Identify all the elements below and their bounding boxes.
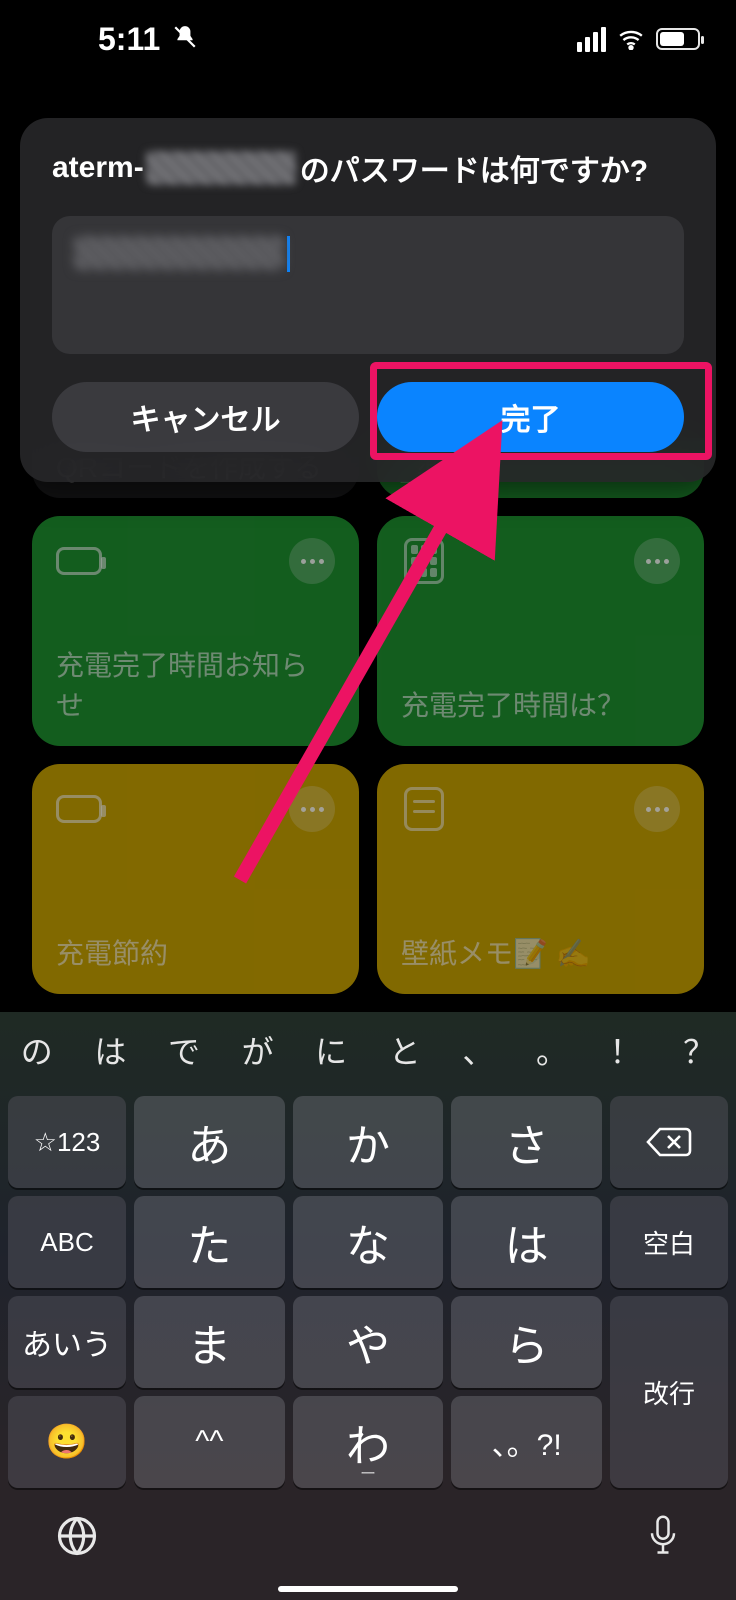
keyboard: の は で が に と 、 。 ！ ？ ☆123 あ か さ ABC た な は… bbox=[0, 1012, 736, 1600]
globe-icon[interactable] bbox=[56, 1515, 98, 1567]
shortcut-card[interactable]: 充電節約 bbox=[32, 764, 359, 994]
kb-key[interactable]: ら bbox=[451, 1296, 602, 1388]
title-prefix: aterm- bbox=[52, 151, 144, 185]
kb-suggestion[interactable]: の bbox=[0, 1027, 74, 1073]
shortcut-card[interactable]: 充電完了時間お知らせ bbox=[32, 516, 359, 746]
shortcut-grid: QRコードを作成する _準 充電完了時間お知らせ 充電完了時間は？ bbox=[32, 420, 704, 1056]
kb-suggestion[interactable]: に bbox=[294, 1027, 368, 1073]
wifi-icon bbox=[618, 21, 644, 58]
mic-icon[interactable] bbox=[646, 1514, 680, 1568]
kb-suggestion[interactable]: 。 bbox=[515, 1027, 589, 1073]
kb-key[interactable]: 、。?! bbox=[451, 1396, 602, 1488]
kb-key[interactable]: ^^ bbox=[134, 1396, 285, 1488]
shortcut-card[interactable]: 充電完了時間は？ bbox=[377, 516, 704, 746]
cancel-button[interactable]: キャンセル bbox=[52, 382, 359, 452]
shortcut-title: 充電完了時間お知らせ bbox=[56, 644, 335, 724]
kb-suggestion-bar: の は で が に と 、 。 ！ ？ bbox=[0, 1012, 736, 1088]
kb-key[interactable]: あ bbox=[134, 1096, 285, 1188]
title-suffix: のパスワードは何ですか? bbox=[300, 146, 648, 190]
status-time: 5:11 bbox=[98, 21, 160, 58]
kb-return[interactable]: 改行 bbox=[610, 1296, 728, 1488]
kb-key[interactable]: な bbox=[293, 1196, 444, 1288]
kb-suggestion[interactable]: が bbox=[221, 1027, 295, 1073]
dialog-title: aterm- のパスワードは何ですか? bbox=[52, 146, 684, 190]
home-indicator[interactable] bbox=[278, 1586, 458, 1592]
kb-suggestion[interactable]: ！ bbox=[589, 1027, 663, 1073]
kb-suggestion[interactable]: と bbox=[368, 1027, 442, 1073]
shortcut-card[interactable]: 壁紙メモ📝 ✍️ bbox=[377, 764, 704, 994]
redacted-ssid bbox=[146, 151, 296, 185]
kb-key[interactable]: や bbox=[293, 1296, 444, 1388]
battery-icon bbox=[56, 538, 102, 584]
kb-suggestion[interactable]: で bbox=[147, 1027, 221, 1073]
kb-key[interactable]: た bbox=[134, 1196, 285, 1288]
kb-key[interactable]: ま bbox=[134, 1296, 285, 1388]
kb-space[interactable]: 空白 bbox=[610, 1196, 728, 1288]
battery-icon bbox=[56, 786, 102, 832]
kb-suggestion[interactable]: ？ bbox=[662, 1027, 736, 1073]
status-bar: 5:11 bbox=[0, 0, 736, 78]
kb-key[interactable]: は bbox=[451, 1196, 602, 1288]
kb-suggestion[interactable]: 、 bbox=[442, 1027, 516, 1073]
cellular-icon bbox=[577, 27, 606, 52]
kb-emoji[interactable]: 😀 bbox=[8, 1396, 126, 1488]
kb-backspace[interactable] bbox=[610, 1096, 728, 1188]
kb-key[interactable]: か bbox=[293, 1096, 444, 1188]
kb-mode-abc[interactable]: ABC bbox=[8, 1196, 126, 1288]
shortcut-title: 充電完了時間は？ bbox=[401, 684, 680, 724]
annotation-highlight bbox=[370, 362, 712, 460]
calculator-icon bbox=[401, 538, 447, 584]
more-icon[interactable] bbox=[289, 538, 335, 584]
document-icon bbox=[401, 786, 447, 832]
silent-icon bbox=[172, 21, 198, 58]
more-icon[interactable] bbox=[634, 786, 680, 832]
more-icon[interactable] bbox=[634, 538, 680, 584]
redacted-password bbox=[74, 236, 284, 270]
password-input[interactable] bbox=[52, 216, 684, 354]
kb-suggestion[interactable]: は bbox=[74, 1027, 148, 1073]
kb-key[interactable]: さ bbox=[451, 1096, 602, 1188]
shortcut-title: 充電節約 bbox=[56, 932, 335, 972]
shortcut-title: 壁紙メモ📝 ✍️ bbox=[401, 932, 680, 972]
kb-mode-kana[interactable]: あいう bbox=[8, 1296, 126, 1388]
battery-icon bbox=[656, 28, 700, 50]
kb-mode-numbers[interactable]: ☆123 bbox=[8, 1096, 126, 1188]
text-cursor bbox=[287, 236, 290, 272]
kb-key[interactable]: わー bbox=[293, 1396, 444, 1488]
more-icon[interactable] bbox=[289, 786, 335, 832]
